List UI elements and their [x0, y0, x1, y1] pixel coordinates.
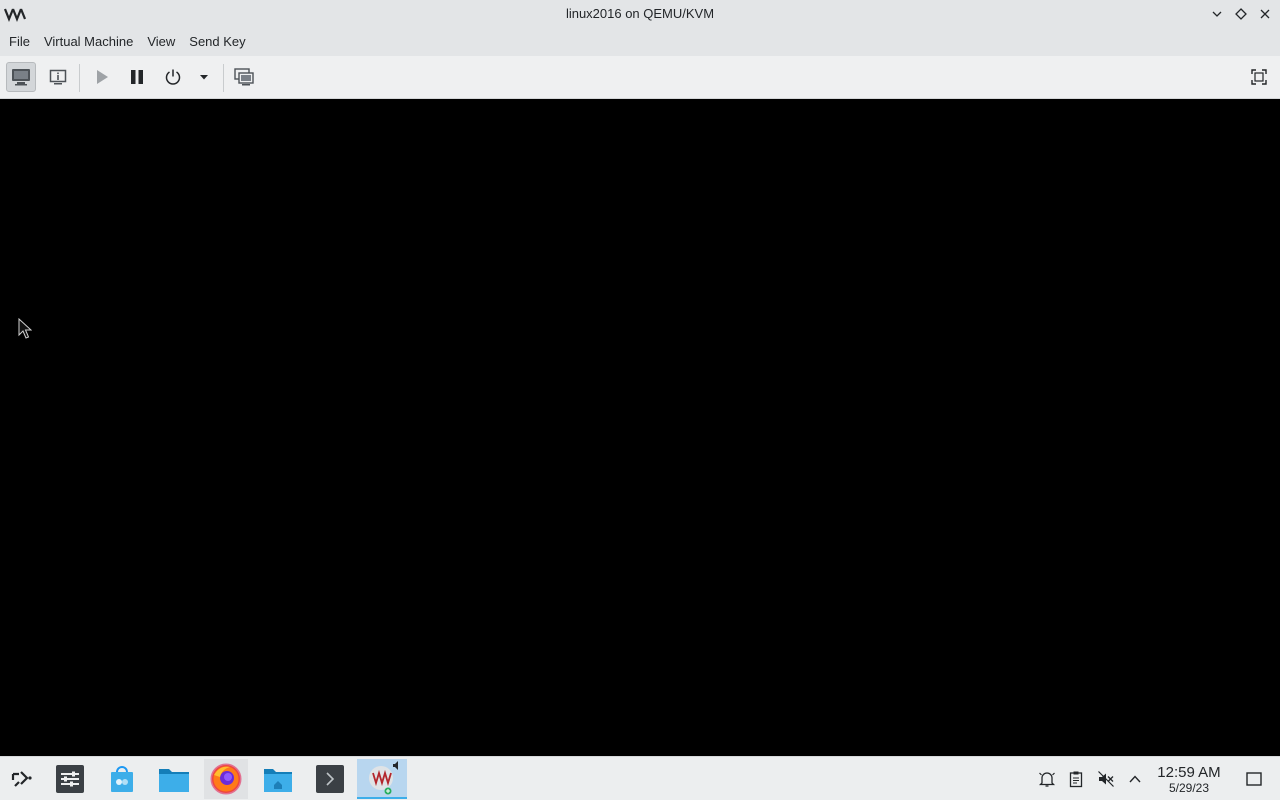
fullscreen-icon [1251, 69, 1267, 85]
dropdown-icon [200, 75, 208, 80]
digital-clock[interactable]: 12:59 AM 5/29/23 [1150, 764, 1228, 795]
menu-file[interactable]: File [2, 28, 37, 56]
pause-button[interactable] [122, 62, 152, 92]
menu-send-key[interactable]: Send Key [182, 28, 252, 56]
console-icon [12, 69, 30, 86]
close-icon [1260, 9, 1270, 19]
toolbar-separator [79, 64, 80, 92]
close-button[interactable] [1256, 5, 1274, 23]
dolphin-folder-icon [159, 769, 189, 792]
task-terminal[interactable] [308, 759, 352, 799]
taskbar: 12:59 AM 5/29/23 [0, 756, 1280, 800]
pause-icon [131, 70, 143, 84]
application-launcher[interactable] [0, 759, 44, 799]
notifications-icon [1038, 772, 1056, 787]
maximize-button[interactable] [1232, 5, 1250, 23]
vm-display[interactable] [0, 99, 1280, 756]
expand-tray-button[interactable] [1124, 768, 1146, 790]
run-button[interactable] [86, 62, 116, 92]
notifications-tray[interactable] [1036, 768, 1058, 790]
minimize-icon [1212, 11, 1222, 17]
window-title: linux2016 on QEMU/KVM [565, 6, 715, 21]
mouse-cursor-icon [18, 318, 32, 339]
system-settings-icon [56, 765, 84, 793]
fullscreen-button[interactable] [1244, 62, 1274, 92]
clipboard-icon [1069, 771, 1083, 788]
menu-virtual-machine[interactable]: Virtual Machine [37, 28, 140, 56]
task-system-settings[interactable] [48, 759, 92, 799]
discover-icon [111, 766, 133, 792]
task-home-folder[interactable] [256, 759, 300, 799]
console-button[interactable] [6, 62, 36, 92]
clock-time: 12:59 AM [1157, 764, 1221, 781]
snapshots-button[interactable] [229, 62, 259, 92]
task-firefox[interactable] [204, 759, 248, 799]
menu-view[interactable]: View [140, 28, 182, 56]
details-icon [49, 69, 67, 85]
run-icon [97, 70, 108, 84]
clipboard-tray[interactable] [1065, 768, 1087, 790]
minimize-button[interactable] [1208, 5, 1226, 23]
task-discover[interactable] [100, 759, 144, 799]
clock-date: 5/29/23 [1168, 781, 1210, 795]
menu-bar: File Virtual Machine View Send Key [0, 28, 1280, 56]
volume-tray[interactable] [1095, 768, 1117, 790]
volume-muted-icon [1098, 771, 1114, 787]
shutdown-button[interactable] [158, 62, 188, 92]
power-icon [165, 69, 181, 85]
details-button[interactable] [43, 62, 73, 92]
kde-launcher-icon [11, 771, 32, 787]
snapshots-icon [234, 68, 254, 86]
show-desktop-button[interactable] [1243, 768, 1265, 790]
maximize-icon [1235, 8, 1247, 20]
expand-tray-icon [1129, 775, 1141, 783]
terminal-icon [316, 765, 344, 793]
toolbar [0, 56, 1280, 99]
virt-manager-icon [369, 761, 398, 795]
task-virt-manager[interactable] [357, 759, 407, 799]
title-bar[interactable]: linux2016 on QEMU/KVM [0, 0, 1280, 28]
show-desktop-icon [1246, 772, 1262, 786]
shutdown-dropdown-button[interactable] [190, 62, 218, 92]
firefox-icon [210, 763, 242, 795]
toolbar-separator [223, 64, 224, 92]
home-folder-icon [264, 769, 292, 792]
task-dolphin[interactable] [152, 759, 196, 799]
